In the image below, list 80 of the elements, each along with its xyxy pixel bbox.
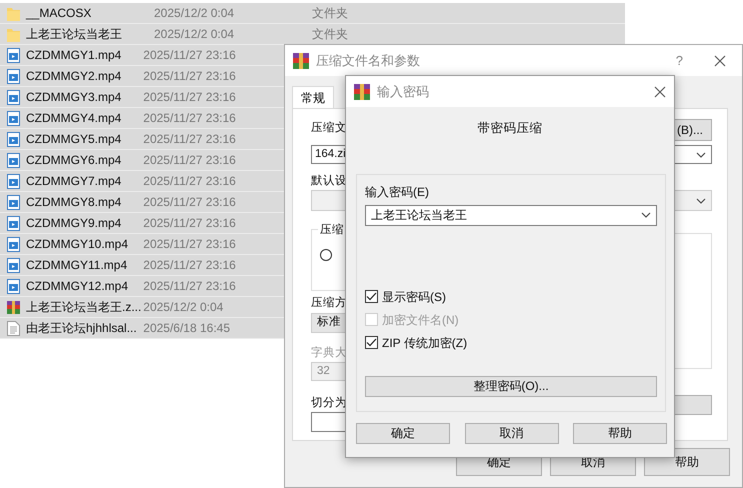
file-row[interactable]: 上老王论坛当老王 2025/12/2 0:04 文件夹 — [0, 24, 625, 45]
file-type: 文件夹 — [312, 5, 348, 22]
file-date: 2025/11/27 23:16 — [143, 89, 237, 106]
chevron-down-icon — [696, 152, 706, 158]
file-name: CZDMMGY9.mp4 — [26, 215, 122, 232]
file-name: CZDMMGY1.mp4 — [26, 47, 122, 64]
checkbox[interactable]: ZIP 传统加密(Z) — [365, 334, 657, 352]
file-row[interactable]: __MACOSX 2025/12/2 0:04 文件夹 — [0, 3, 625, 24]
chevron-down-icon — [641, 212, 651, 218]
dialog-button[interactable]: 取消 — [464, 422, 558, 444]
chevron-down-icon — [696, 198, 706, 204]
file-type: 文件夹 — [312, 26, 348, 43]
file-date: 2025/12/2 0:04 — [154, 26, 236, 43]
file-name: 上老王论坛当老王.z... — [26, 299, 142, 316]
file-name: CZDMMGY3.mp4 — [26, 89, 122, 106]
video-file-icon — [7, 174, 20, 188]
window-title: 压缩文件名和参数 — [316, 52, 421, 70]
file-name: CZDMMGY7.mp4 — [26, 173, 122, 190]
folder-icon — [7, 6, 20, 20]
video-file-icon — [7, 216, 20, 230]
password-field[interactable]: 上老王论坛当老王 — [365, 204, 657, 226]
app-icon — [293, 52, 309, 68]
video-file-icon — [7, 110, 20, 126]
file-name: CZDMMGY2.mp4 — [26, 68, 122, 85]
file-date: 2025/11/27 23:16 — [143, 194, 237, 211]
check-icon — [366, 338, 377, 348]
file-date: 2025/11/27 23:16 — [143, 236, 237, 253]
video-file-icon — [7, 278, 20, 294]
help-button[interactable]: ? — [676, 50, 683, 70]
file-name: CZDMMGY12.mp4 — [26, 278, 130, 295]
archive-icon — [7, 300, 20, 314]
file-date: 2025/11/27 23:16 — [143, 257, 237, 274]
close-icon — [654, 86, 666, 98]
video-file-icon — [7, 236, 20, 252]
tab[interactable]: 常规 — [292, 86, 334, 108]
video-file-icon — [7, 152, 20, 168]
app-icon — [354, 84, 370, 100]
file-name: CZDMMGY6.mp4 — [26, 152, 122, 169]
file-date: 2025/12/2 0:04 — [154, 5, 236, 22]
file-date: 2025/11/27 23:16 — [143, 131, 237, 148]
file-name: CZDMMGY8.mp4 — [26, 194, 122, 211]
file-date: 2025/11/27 23:16 — [143, 152, 237, 169]
file-date: 2025/11/27 23:16 — [143, 173, 237, 190]
file-date: 2025/11/27 23:16 — [143, 278, 237, 295]
video-file-icon — [7, 90, 20, 104]
check-icon — [366, 292, 377, 302]
file-date: 2025/11/27 23:16 — [143, 47, 237, 64]
window-title: 输入密码 — [377, 82, 430, 101]
field-value: 164.zi — [315, 146, 346, 162]
field-label: 输入密码(E) — [365, 184, 429, 201]
file-date: 2025/11/27 23:16 — [143, 110, 237, 127]
video-file-icon — [7, 48, 20, 62]
file-date: 2025/11/27 23:16 — [143, 215, 237, 232]
field-value: 上老王论坛当老王 — [371, 207, 468, 224]
dialog-heading: 带密码压缩 — [478, 120, 542, 137]
file-name: CZDMMGY11.mp4 — [26, 257, 128, 274]
file-name: CZDMMGY10.mp4 — [26, 236, 130, 253]
organize-button[interactable]: 整理密码(O)... — [365, 376, 657, 397]
file-name: CZDMMGY4.mp4 — [26, 110, 122, 127]
dialog-button[interactable]: 帮助 — [573, 422, 667, 444]
file-name: CZDMMGY5.mp4 — [26, 131, 122, 148]
file-date: 2025/11/27 23:16 — [143, 68, 237, 85]
video-file-icon — [7, 132, 20, 146]
video-file-icon — [7, 68, 20, 84]
close-icon — [714, 54, 726, 66]
field-label: 默认设 — [311, 174, 347, 189]
dialog-button[interactable]: 确定 — [356, 422, 450, 444]
file-name: 上老王论坛当老王 — [26, 26, 123, 43]
radio-button[interactable] — [320, 249, 332, 262]
text-file-icon — [7, 320, 20, 336]
video-file-icon — [7, 194, 20, 210]
file-name: 由老王论坛hjhhlsal... — [26, 320, 138, 337]
folder-icon — [7, 26, 20, 42]
file-date: 2025/6/18 16:45 — [143, 320, 232, 337]
video-file-icon — [7, 258, 20, 272]
field-label: 压缩文 — [311, 120, 347, 136]
file-date: 2025/12/2 0:04 — [143, 299, 224, 316]
field-label: 压缩方 — [311, 295, 347, 312]
file-name: __MACOSX — [26, 5, 92, 22]
checkbox[interactable]: 显示密码(S) — [365, 288, 657, 306]
